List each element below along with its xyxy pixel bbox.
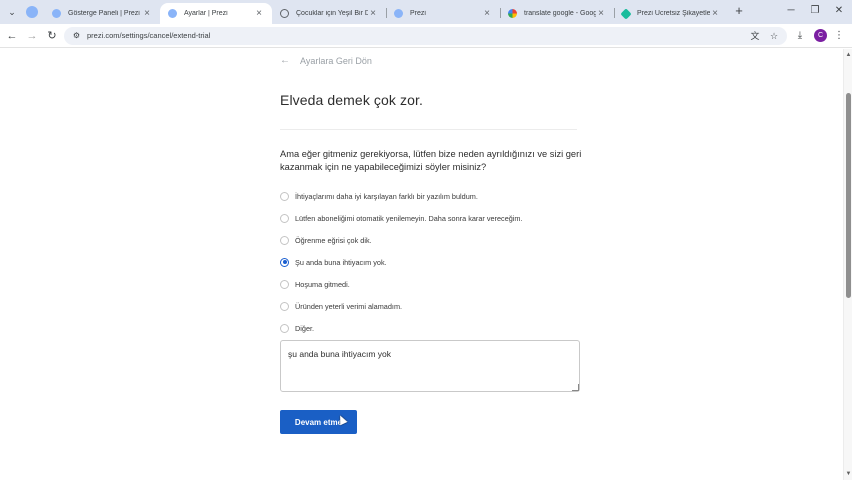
- back-link-label: Ayarlara Geri Dön: [300, 55, 372, 66]
- tab-translate-google[interactable]: translate google - Google ×: [500, 3, 614, 24]
- address-bar[interactable]: ⚙ prezi.com/settings/cancel/extend-trial…: [64, 27, 787, 45]
- scroll-up-icon[interactable]: ▲: [845, 51, 852, 59]
- option-label: Hoşuma gitmedi.: [295, 279, 350, 289]
- scroll-down-icon[interactable]: ▼: [845, 470, 852, 478]
- tab-cocuklar[interactable]: Çocuklar için Yeşil Bir Dü ×: [272, 3, 386, 24]
- radio-button[interactable]: [280, 191, 289, 201]
- radio-button[interactable]: [280, 279, 289, 289]
- forward-arrow-icon[interactable]: →: [25, 29, 39, 43]
- close-icon[interactable]: ×: [254, 8, 264, 19]
- reason-option-other[interactable]: Diğer.: [280, 322, 314, 334]
- page-content: ← Ayarlara Geri Dön Elveda demek çok zor…: [0, 49, 843, 480]
- radio-button[interactable]: [280, 301, 289, 311]
- prezi-icon: [52, 9, 61, 18]
- prezi-icon: [394, 9, 403, 18]
- divider: [280, 129, 577, 130]
- new-tab-button[interactable]: +: [732, 4, 746, 18]
- option-label: Şu anda buna ihtiyacım yok.: [295, 257, 387, 267]
- radio-button-selected[interactable]: [280, 257, 289, 267]
- close-icon[interactable]: ×: [482, 8, 492, 19]
- resize-handle-icon[interactable]: [572, 384, 579, 391]
- close-icon[interactable]: ×: [596, 8, 606, 19]
- cancel-reason-question: Ama eğer gitmeniz gerekiyorsa, lütfen bi…: [280, 149, 582, 172]
- maximize-button[interactable]: ❐: [808, 4, 822, 18]
- radio-button[interactable]: [280, 213, 289, 223]
- scroll-thumb[interactable]: [846, 93, 851, 298]
- menu-kebab-icon[interactable]: ⋮: [832, 29, 846, 43]
- prezi-icon: [168, 9, 177, 18]
- google-icon: [508, 9, 517, 18]
- feedback-textarea[interactable]: şu anda buna ihtiyacım yok: [280, 340, 580, 392]
- tab-ayarlar[interactable]: Ayarlar | Prezi ×: [160, 3, 272, 24]
- site-settings-icon[interactable]: ⚙: [71, 30, 82, 42]
- download-icon[interactable]: ⤓: [793, 29, 807, 43]
- reason-option-no-auto-renew[interactable]: Lütfen aboneliğimi otomatik yenilemeyin.…: [280, 212, 523, 224]
- option-label: Diğer.: [295, 323, 315, 333]
- close-icon[interactable]: ×: [710, 8, 720, 19]
- reason-option-low-value[interactable]: Üründen yeterli verimi alamadım.: [280, 300, 402, 312]
- pinned-tab-icon[interactable]: [26, 6, 38, 18]
- tab-gosterge-paneli[interactable]: Gösterge Paneli | Prezi ×: [44, 3, 160, 24]
- radio-button[interactable]: [280, 323, 289, 333]
- option-label: Üründen yeterli verimi alamadım.: [295, 301, 403, 311]
- tab-title: Prezi: [410, 10, 426, 17]
- tab-title: Prezi Ücretsiz Şikayetleri: [637, 10, 710, 17]
- left-arrow-icon: ←: [280, 55, 290, 66]
- reason-option-not-needed-now[interactable]: Şu anda buna ihtiyacım yok.: [280, 256, 387, 268]
- tab-search-chevron-icon[interactable]: ⌄: [4, 4, 20, 20]
- sikayetvar-icon: [620, 7, 632, 20]
- page-scrollbar[interactable]: ▲ ▼: [843, 49, 852, 480]
- close-icon[interactable]: ×: [368, 8, 378, 19]
- reason-option-learning-curve[interactable]: Öğrenme eğrisi çok dik.: [280, 234, 372, 246]
- tab-strip: ⌄ Gösterge Paneli | Prezi × Ayarlar | Pr…: [0, 0, 852, 24]
- url-text[interactable]: prezi.com/settings/cancel/extend-trial: [87, 31, 210, 40]
- tab-title: Çocuklar için Yeşil Bir Dü: [296, 10, 368, 17]
- close-icon[interactable]: ×: [142, 8, 152, 19]
- tab-prezi[interactable]: Prezi ×: [386, 3, 500, 24]
- globe-icon: [280, 9, 289, 18]
- back-to-settings-link[interactable]: ← Ayarlara Geri Dön: [280, 55, 372, 66]
- tab-title: translate google - Google: [524, 10, 596, 17]
- back-arrow-icon[interactable]: ←: [5, 29, 19, 43]
- tab-title: Gösterge Paneli | Prezi: [68, 10, 140, 17]
- tab-title: Ayarlar | Prezi: [184, 10, 228, 17]
- tab-sikayetvar[interactable]: Prezi Ücretsiz Şikayetleri ×: [614, 3, 728, 24]
- browser-toolbar: ← → ↻ ⚙ prezi.com/settings/cancel/extend…: [0, 24, 852, 48]
- bookmark-star-icon[interactable]: ☆: [768, 30, 780, 42]
- page-title: Elveda demek çok zor.: [280, 92, 423, 108]
- radio-button[interactable]: [280, 235, 289, 245]
- option-label: Lütfen aboneliğimi otomatik yenilemeyin.…: [295, 213, 523, 223]
- avatar[interactable]: C: [814, 29, 827, 42]
- option-label: Öğrenme eğrisi çok dik.: [295, 235, 372, 245]
- option-label: İhtiyaçlarımı daha iyi karşılayan farklı…: [295, 191, 478, 201]
- reason-option-different-software[interactable]: İhtiyaçlarımı daha iyi karşılayan farklı…: [280, 190, 478, 202]
- reload-icon[interactable]: ↻: [45, 29, 59, 43]
- minimize-button[interactable]: ─: [784, 4, 798, 18]
- window-close-button[interactable]: ✕: [832, 4, 846, 18]
- reason-option-did-not-like[interactable]: Hoşuma gitmedi.: [280, 278, 350, 290]
- translate-icon[interactable]: 文: [749, 30, 761, 42]
